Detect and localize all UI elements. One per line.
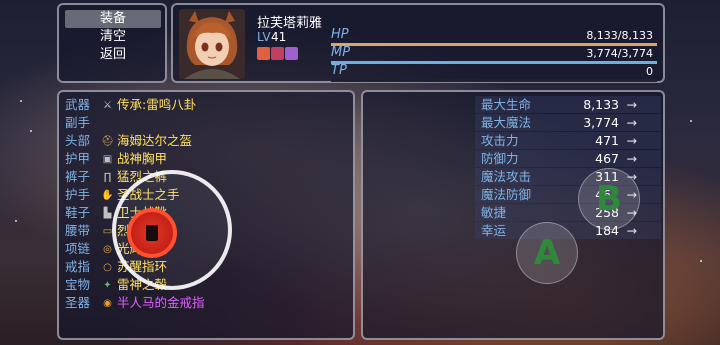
item-name: 传承:雷鸣八卦 bbox=[117, 97, 197, 112]
slot-name: 鞋子 bbox=[65, 205, 91, 220]
item-name: 海姆达尔之盔 bbox=[117, 133, 193, 148]
item-name: 战神胸甲 bbox=[117, 151, 168, 166]
param-name: 敏捷 bbox=[481, 205, 507, 220]
param-row-max-mp: 最大魔法 3,774 → bbox=[475, 114, 661, 131]
necklace-icon: ◎ bbox=[103, 243, 112, 255]
equip-slot-relic[interactable]: 圣器 ◉ 半人马的金戒指 bbox=[65, 294, 205, 312]
arrow-right-icon: → bbox=[626, 97, 637, 112]
actor-status-window: 拉芙塔莉雅 LV 41 HP 8,133/8,133 MP 3,774/3,77… bbox=[171, 3, 665, 83]
star-decoration bbox=[15, 220, 17, 222]
slot-name: 头部 bbox=[65, 133, 91, 148]
ring-icon: ○ bbox=[103, 261, 112, 273]
slot-name: 副手 bbox=[65, 115, 91, 130]
slot-name: 护甲 bbox=[65, 151, 91, 166]
param-value: 471 bbox=[595, 133, 619, 148]
mp-gauge: MP 3,774/3,774 bbox=[331, 45, 657, 65]
param-name: 幸运 bbox=[481, 223, 507, 238]
armor-icon: ▣ bbox=[102, 153, 113, 165]
hp-gauge: HP 8,133/8,133 bbox=[331, 27, 657, 47]
param-row-defense: 防御力 467 → bbox=[475, 150, 661, 167]
relic-ring-icon: ◉ bbox=[103, 297, 112, 309]
actor-name: 拉芙塔莉雅 bbox=[257, 16, 323, 31]
magic-up-icon bbox=[285, 47, 298, 60]
hp-label: HP bbox=[331, 27, 349, 42]
slot-name: 腰带 bbox=[65, 223, 91, 238]
equip-slot-head[interactable]: 头部 ⛑ 海姆达尔之盔 bbox=[65, 132, 192, 150]
param-name: 魔法防御 bbox=[481, 187, 532, 202]
command-equip[interactable]: 装备 bbox=[65, 10, 161, 28]
mp-value: 3,774/3,774 bbox=[586, 47, 653, 60]
star-decoration bbox=[20, 100, 22, 102]
slot-name: 裤子 bbox=[65, 169, 91, 184]
arrow-right-icon: → bbox=[626, 151, 637, 166]
b-button[interactable]: B bbox=[578, 168, 640, 230]
equip-slot-armor[interactable]: 护甲 ▣ 战神胸甲 bbox=[65, 150, 167, 168]
param-name: 攻击力 bbox=[481, 133, 519, 148]
slot-name: 护手 bbox=[65, 187, 91, 202]
mp-label: MP bbox=[331, 45, 351, 60]
arrow-right-icon: → bbox=[626, 133, 637, 148]
command-clear[interactable]: 清空 bbox=[65, 28, 161, 46]
star-decoration bbox=[690, 120, 692, 122]
pants-icon: ∏ bbox=[103, 171, 112, 183]
slot-name: 宝物 bbox=[65, 277, 91, 292]
level-label: LV bbox=[257, 30, 271, 44]
tp-gauge: TP 0 bbox=[331, 63, 657, 83]
hp-value: 8,133/8,133 bbox=[586, 29, 653, 42]
arrow-right-icon: → bbox=[626, 115, 637, 130]
param-name: 魔法攻击 bbox=[481, 169, 532, 184]
gauntlet-icon: ✋ bbox=[101, 189, 114, 201]
command-back[interactable]: 返回 bbox=[65, 46, 161, 64]
param-value: 3,774 bbox=[583, 115, 619, 130]
equip-slot-weapon[interactable]: 武器 ⚔ 传承:雷鸣八卦 bbox=[65, 96, 196, 114]
param-value: 467 bbox=[595, 151, 619, 166]
a-button[interactable]: A bbox=[516, 222, 578, 284]
item-name: 半人马的金戒指 bbox=[117, 295, 205, 310]
tp-label: TP bbox=[331, 63, 347, 78]
param-row-attack: 攻击力 471 → bbox=[475, 132, 661, 149]
slot-name: 戒指 bbox=[65, 259, 91, 274]
param-name: 最大生命 bbox=[481, 97, 532, 112]
slot-name: 项链 bbox=[65, 241, 91, 256]
arrow-right-icon: → bbox=[626, 223, 637, 238]
treasure-icon: ✦ bbox=[103, 279, 112, 291]
param-value: 8,133 bbox=[583, 97, 619, 112]
attack-up-icon bbox=[257, 47, 270, 60]
param-name: 防御力 bbox=[481, 151, 519, 166]
slot-name: 圣器 bbox=[65, 295, 91, 310]
helmet-icon: ⛑ bbox=[101, 135, 114, 147]
sword-icon: ⚔ bbox=[103, 99, 112, 111]
level-value: 41 bbox=[271, 30, 287, 44]
actor-portrait bbox=[179, 9, 245, 79]
star-decoration bbox=[30, 130, 32, 132]
slot-name: 武器 bbox=[65, 97, 91, 112]
param-row-max-hp: 最大生命 8,133 → bbox=[475, 96, 661, 113]
command-window: 装备 清空 返回 bbox=[57, 3, 167, 83]
tp-value: 0 bbox=[646, 65, 653, 78]
defense-up-icon bbox=[271, 47, 284, 60]
joystick-knob[interactable] bbox=[127, 208, 177, 258]
param-name: 最大魔法 bbox=[481, 115, 532, 130]
equip-slot-offhand[interactable]: 副手 bbox=[65, 114, 101, 132]
state-icons bbox=[257, 47, 298, 61]
star-decoration bbox=[700, 260, 702, 262]
boots-icon: ▙ bbox=[103, 207, 112, 219]
